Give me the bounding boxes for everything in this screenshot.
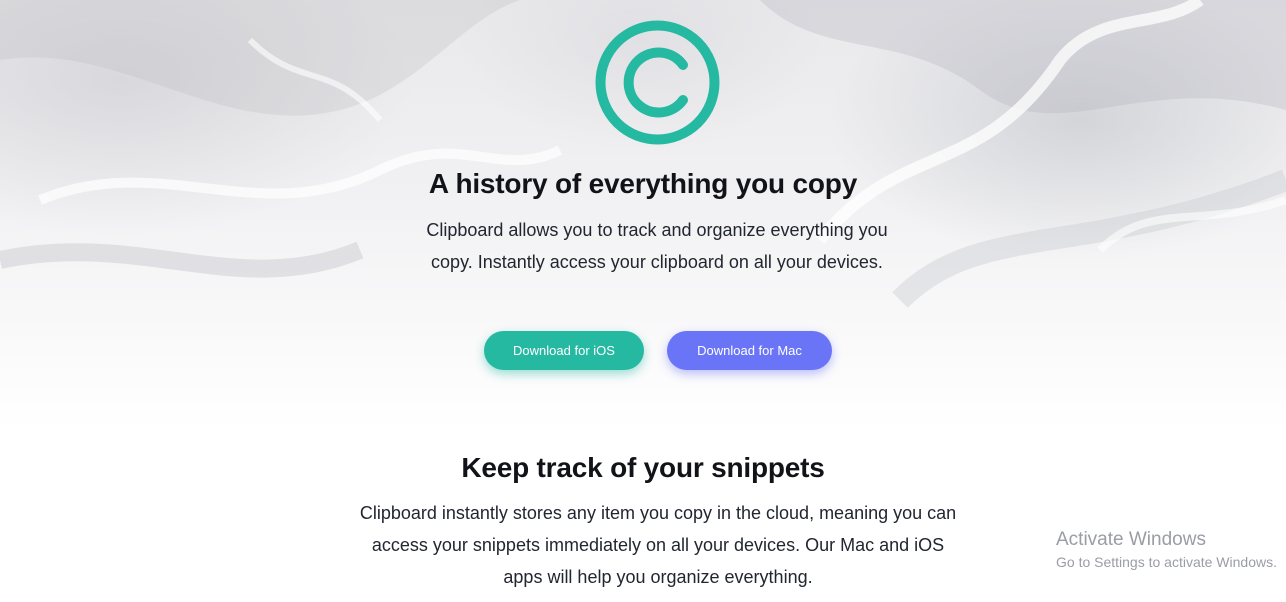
download-mac-button[interactable]: Download for Mac [667,331,832,370]
copyright-c-icon [595,20,720,145]
activate-windows-watermark: Activate Windows Go to Settings to activ… [1056,528,1277,572]
download-ios-button[interactable]: Download for iOS [484,331,644,370]
watermark-subtitle: Go to Settings to activate Windows. [1056,554,1277,570]
features-description: Clipboard instantly stores any item you … [359,503,957,587]
hero-title: A history of everything you copy [428,168,858,199]
hero-description: Clipboard allows you to track and organi… [426,220,888,272]
features-title: Keep track of your snippets [461,452,825,483]
hero-section: A history of everything you copy Clipboa… [0,0,1286,430]
watermark-title: Activate Windows [1056,529,1206,550]
